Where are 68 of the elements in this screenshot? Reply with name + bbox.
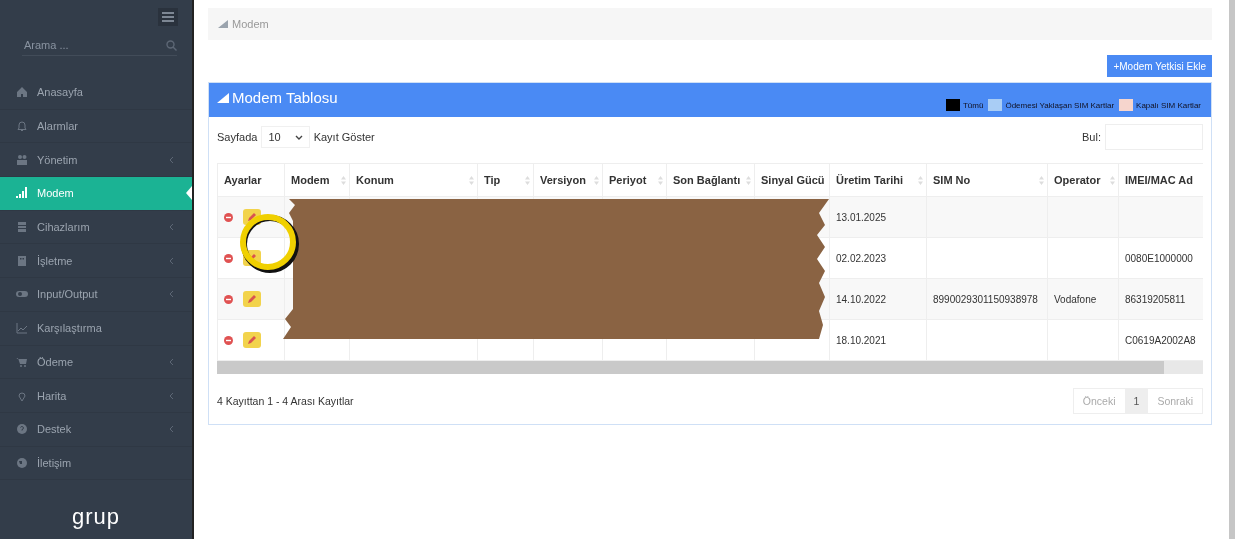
notch-icon <box>186 186 192 201</box>
pencil-icon <box>247 335 257 345</box>
sidebar-item[interactable]: Destek <box>0 412 192 447</box>
minus-circle-icon <box>224 294 233 304</box>
page-size-select[interactable]: 10 <box>261 126 310 148</box>
legend-label: Kapalı SIM Kartlar <box>1136 100 1201 110</box>
search-label: Bul: <box>1082 131 1101 143</box>
sidebar-item[interactable]: Anasayfa <box>0 76 192 110</box>
sidebar-item[interactable]: Cihazlarım <box>0 210 192 245</box>
column-header[interactable]: Periyot <box>602 163 667 197</box>
legend-label: Ödemesi Yaklaşan SIM Kartlar <box>1005 100 1115 110</box>
column-header[interactable]: Üretim Tarihi <box>829 163 927 197</box>
column-header[interactable]: Tip <box>477 163 534 197</box>
table-cell: 18.10.2021 <box>829 319 927 361</box>
column-header[interactable]: SIM No <box>926 163 1048 197</box>
sidebar-item[interactable]: Alarmlar <box>0 109 192 144</box>
column-header[interactable]: Ayarlar <box>217 163 285 197</box>
panel-title: Modem Tablosu <box>232 89 338 106</box>
column-header[interactable]: Modem <box>284 163 350 197</box>
table-cell: 02.02.2023 <box>829 237 927 279</box>
page-size-label: Sayfada <box>217 131 258 143</box>
column-header[interactable]: Sinyal Gücü <box>754 163 830 197</box>
pencil-icon <box>247 294 257 304</box>
legend-label: Tümü <box>963 100 984 110</box>
table-cell: Vodafone <box>1047 278 1119 320</box>
sidebar-item[interactable]: Karşılaştırma <box>0 311 192 346</box>
sidebar-item[interactable]: İletişim <box>0 446 192 481</box>
search-icon <box>166 39 177 51</box>
globe-icon <box>16 456 28 469</box>
sidebar-item[interactable]: Modem <box>0 177 192 211</box>
breadcrumb-text[interactable]: Modem <box>232 18 269 30</box>
minus-circle-icon <box>224 253 233 263</box>
column-header[interactable]: IMEI/MAC Ad <box>1118 163 1203 197</box>
home-icon <box>16 86 28 99</box>
table-cell: 13.01.2025 <box>829 196 927 238</box>
page-button[interactable]: 1 <box>1124 389 1149 413</box>
column-header[interactable]: Son Bağlantı <box>666 163 755 197</box>
vertical-scrollbar[interactable] <box>1229 0 1235 539</box>
menu-icon <box>162 12 174 22</box>
sidebar-item[interactable]: Harita <box>0 379 192 413</box>
table-cell: 86319205811 <box>1118 278 1203 320</box>
horizontal-scrollbar[interactable] <box>217 361 1203 374</box>
pencil-icon <box>247 212 257 222</box>
help-icon <box>16 423 28 436</box>
table-cell: 14.10.2022 <box>829 278 927 320</box>
table-info: 4 Kayıttan 1 - 4 Arası Kayıtlar <box>217 395 354 407</box>
sidebar-item[interactable]: İşletme <box>0 244 192 279</box>
building-icon <box>16 254 28 267</box>
search-field[interactable]: Arama ... <box>22 38 166 52</box>
users-icon <box>16 153 28 166</box>
column-header[interactable]: Operator <box>1047 163 1119 197</box>
page-size-suffix: Kayıt Göster <box>313 131 375 143</box>
sidebar-item[interactable]: Ödeme <box>0 345 192 380</box>
minus-circle-icon <box>224 335 233 345</box>
logo-text: grup <box>71 504 120 529</box>
map-pin-icon <box>16 389 28 402</box>
highlight-circle <box>237 211 301 275</box>
table-cell: 8990029301150938978 <box>926 278 1048 320</box>
line-chart-icon <box>16 322 28 335</box>
sidebar-item[interactable]: Input/Output <box>0 278 192 312</box>
caret-icon <box>294 134 303 140</box>
add-modem-button[interactable]: +Modem Yetkisi Ekle <box>1107 55 1212 77</box>
column-header[interactable]: Versiyon <box>533 163 603 197</box>
minus-circle-icon <box>224 212 233 222</box>
column-header[interactable]: Konum <box>349 163 478 197</box>
database-icon <box>16 221 28 234</box>
bell-icon <box>16 120 28 133</box>
menu-button[interactable] <box>158 8 178 26</box>
